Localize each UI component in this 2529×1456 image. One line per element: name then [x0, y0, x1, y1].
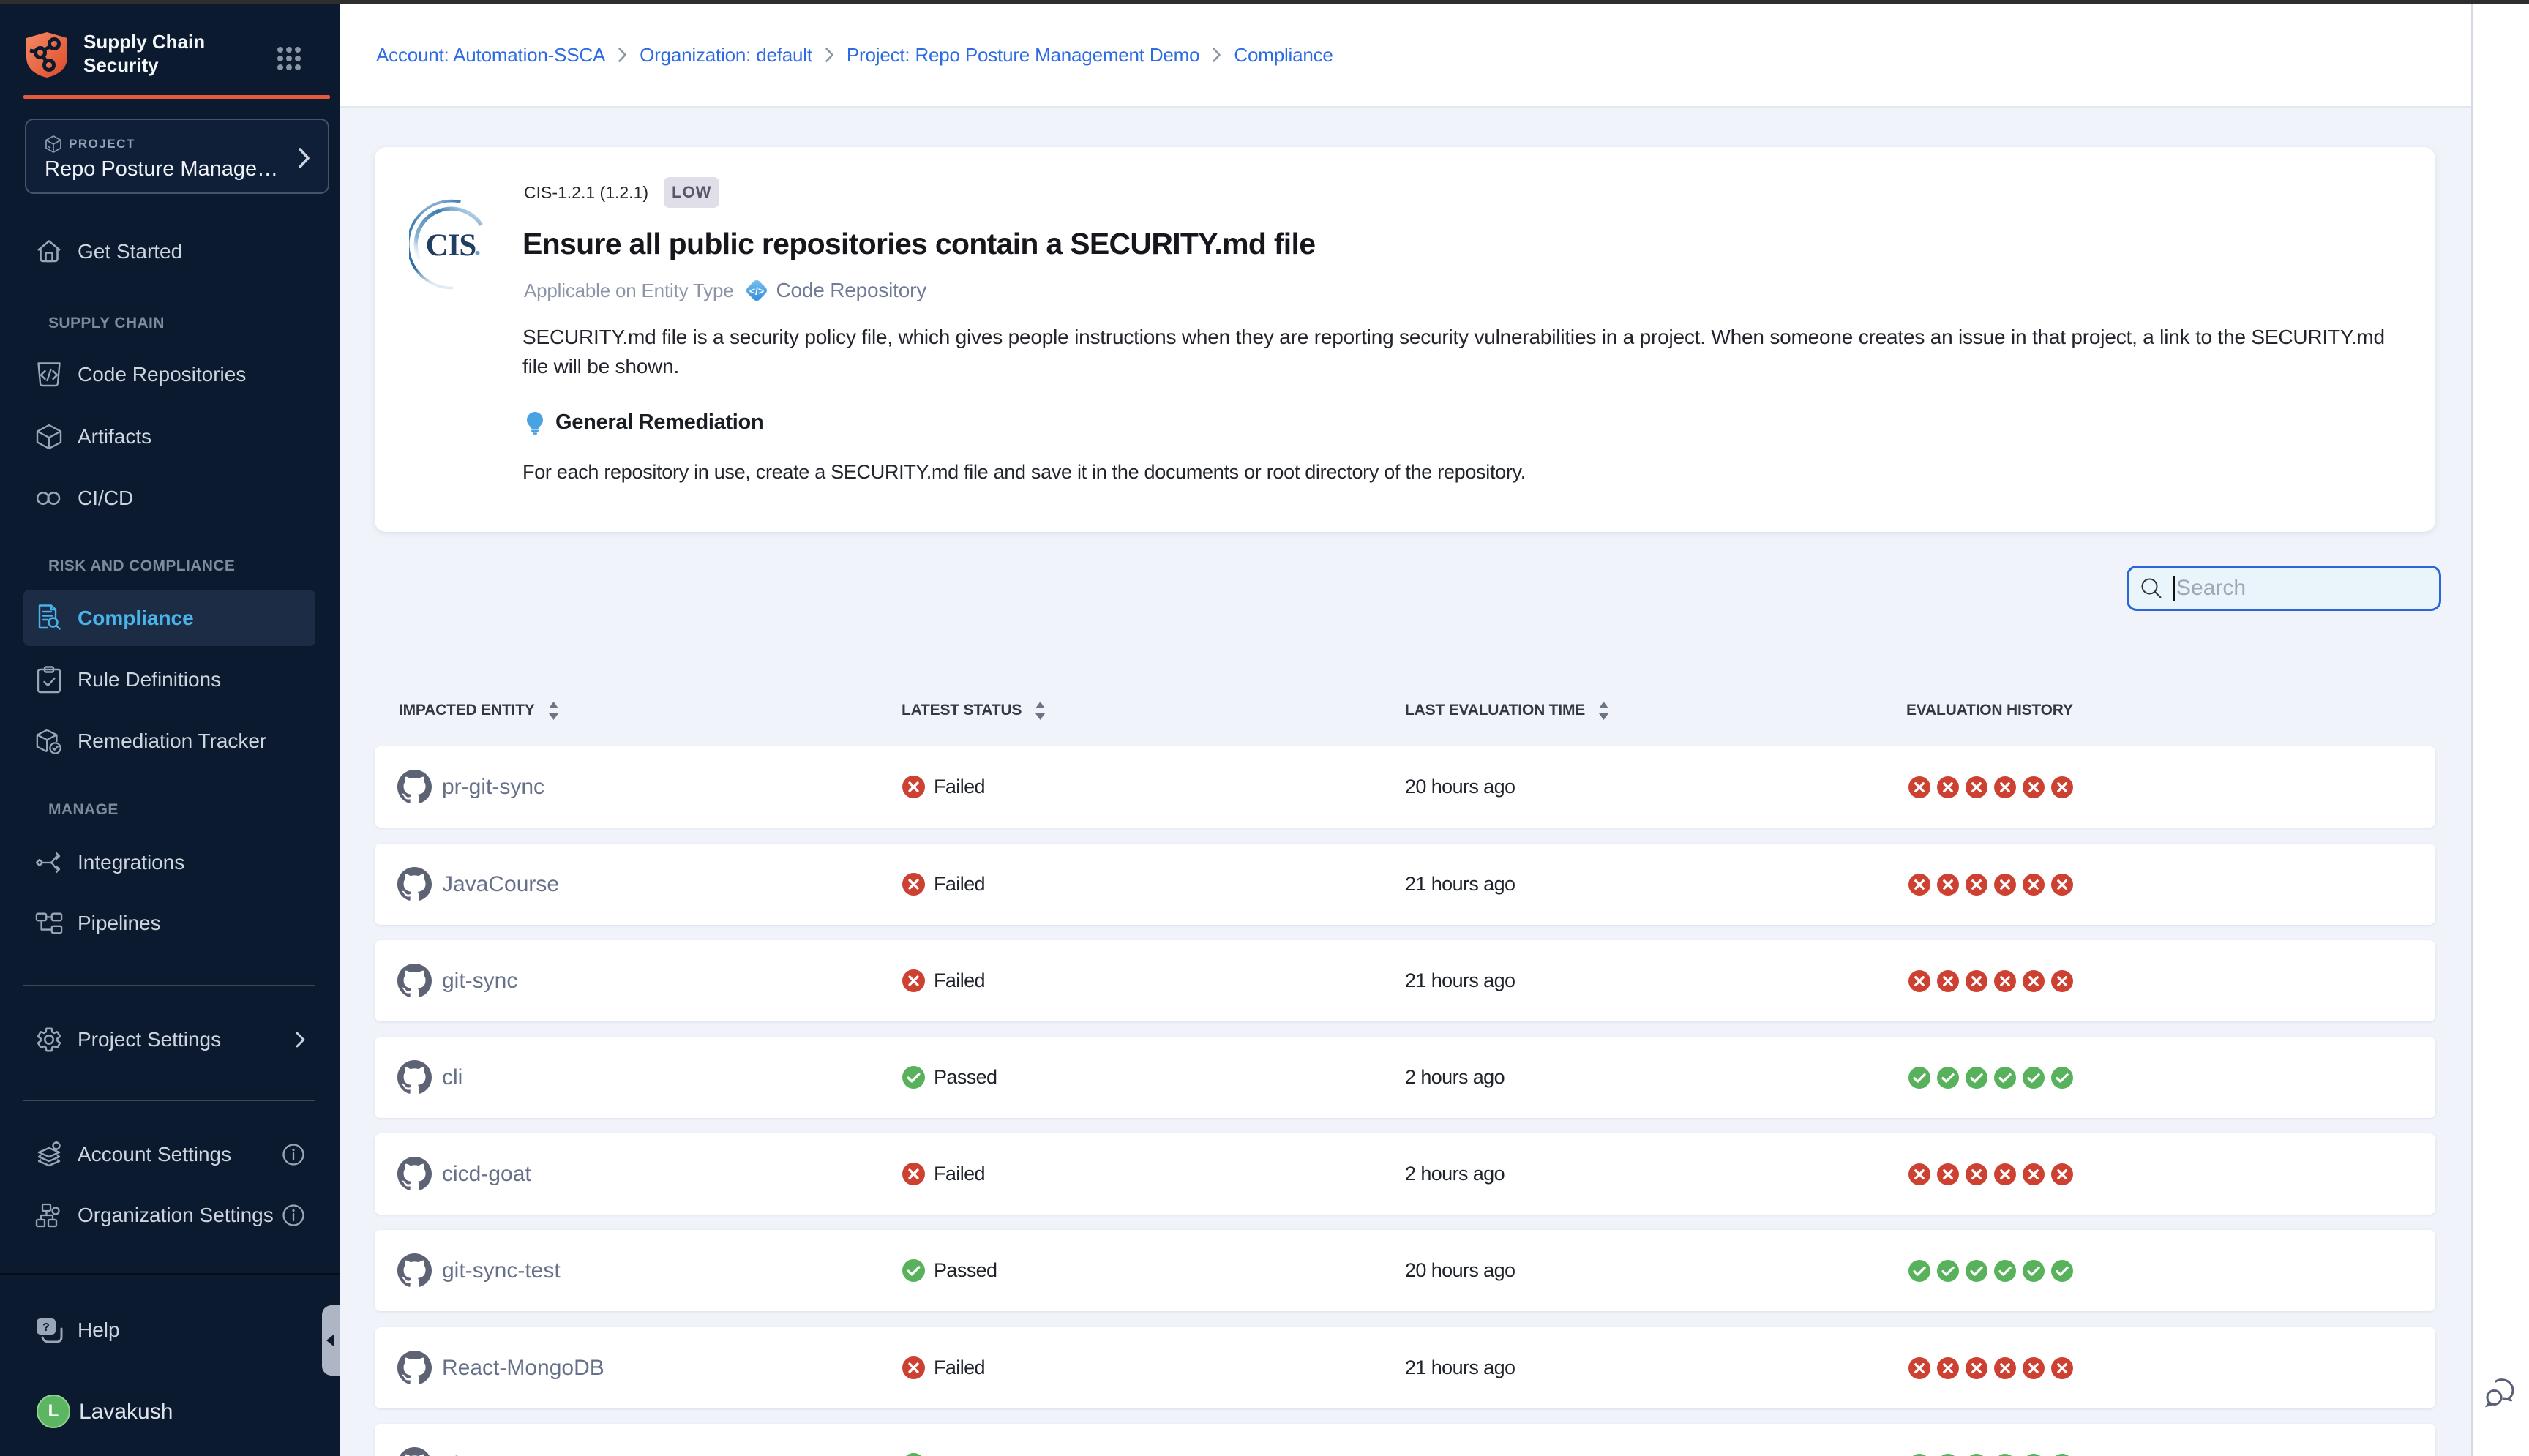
- svg-text:CIS: CIS: [426, 228, 476, 263]
- svg-text:</>: </>: [749, 285, 763, 297]
- svg-text:?: ?: [42, 1321, 50, 1334]
